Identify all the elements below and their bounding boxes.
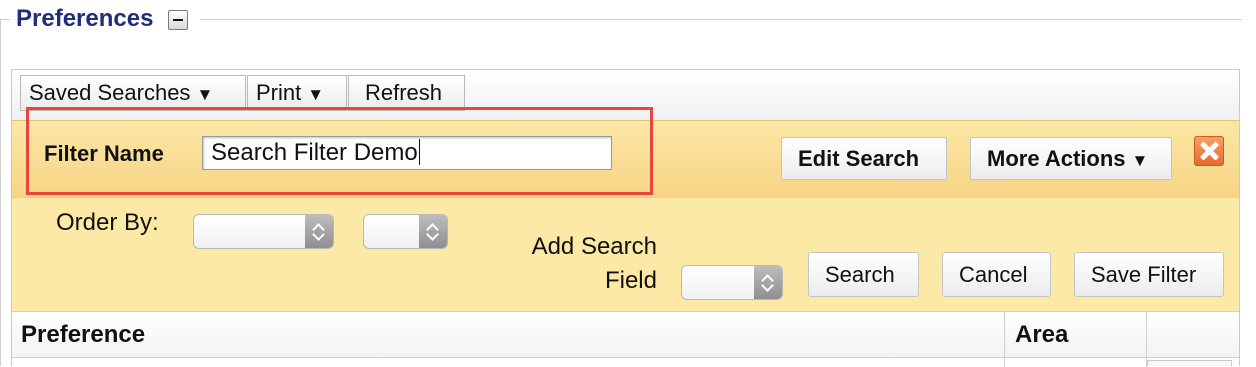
fieldset-border-top [200,19,1242,20]
search-button[interactable]: Search [808,252,919,297]
add-search-field-line2: Field [604,267,657,294]
select-arrows-icon [305,215,333,248]
edit-search-button[interactable]: Edit Search [781,137,947,180]
fieldset-border-left [0,19,1,366]
order-by-field-select[interactable] [193,214,334,249]
print-label: Print [256,80,302,105]
collapse-minus-icon[interactable] [168,10,188,30]
chevron-down-icon: ▼ [307,85,325,104]
column-header-area[interactable]: Area [1015,321,1068,349]
select-arrows-icon [754,266,782,299]
fieldset-legend: Preferences [16,5,154,32]
fieldset-border-left-top [0,19,10,20]
filter-name-highlight-box [26,107,653,195]
select-arrows-icon [419,215,447,248]
save-filter-button[interactable]: Save Filter [1074,252,1224,297]
cancel-button[interactable]: Cancel [942,252,1051,297]
order-by-label: Order By: [56,209,159,236]
close-x-icon[interactable] [1194,136,1224,166]
add-search-field-label: Add Search Field [482,230,657,298]
column-divider [1004,311,1005,367]
print-button[interactable]: Print ▼ [247,75,347,111]
chevron-down-icon: ▼ [1131,151,1149,170]
column-divider [1146,311,1147,367]
column-header-preference[interactable]: Preference [21,321,145,349]
refresh-button[interactable]: Refresh [348,75,465,111]
chevron-down-icon: ▼ [196,85,214,104]
add-search-field-line1: Add Search [531,233,657,260]
add-search-field-select[interactable] [681,265,783,300]
saved-searches-button[interactable]: Saved Searches ▼ [20,75,246,111]
more-actions-button[interactable]: More Actions ▼ [970,137,1172,180]
more-actions-label: More Actions [987,146,1126,171]
row-cell-stub [1147,360,1232,366]
order-by-direction-select[interactable] [363,214,448,249]
saved-searches-label: Saved Searches [29,80,191,105]
